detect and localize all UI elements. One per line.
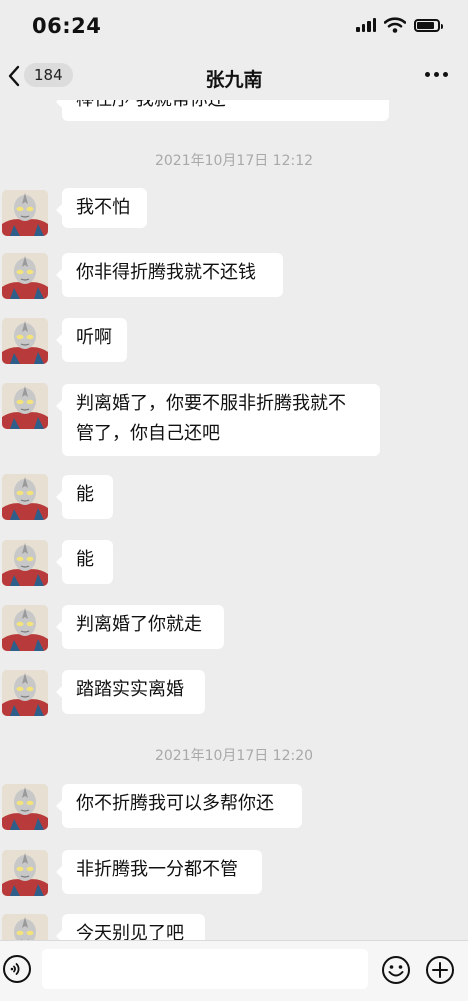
message-bubble[interactable]: 能 — [56, 540, 113, 584]
wifi-icon — [384, 17, 406, 33]
message-text: 听啊 — [76, 327, 112, 348]
plus-icon[interactable] — [425, 955, 455, 985]
message-text-line: 管了，你自己还吧 — [76, 423, 220, 444]
message-text: 踏踏实实离婚 — [76, 679, 184, 700]
message-text: 判离婚了你就走 — [76, 614, 202, 635]
more-options-icon[interactable] — [425, 72, 448, 77]
message-bubble-partial[interactable]: 今天别见了吧 — [56, 914, 205, 940]
message-text: 棒住序 我就帮你还 — [76, 100, 226, 110]
status-bar: 06:24 — [0, 0, 468, 52]
message-bubble[interactable]: 你非得折腾我就不还钱 — [56, 253, 283, 297]
message-text: 你不折腾我可以多帮你还 — [76, 793, 274, 814]
message-timestamp: 2021年10月17日 12:20 — [154, 748, 314, 764]
avatar[interactable] — [2, 914, 48, 940]
voice-input-icon[interactable] — [3, 955, 31, 983]
avatar[interactable] — [2, 670, 48, 716]
battery-icon — [414, 18, 443, 32]
message-text: 能 — [76, 549, 94, 570]
message-input[interactable] — [42, 949, 368, 989]
signal-icon — [356, 18, 376, 32]
avatar[interactable] — [2, 540, 48, 586]
emoji-icon[interactable] — [381, 955, 411, 985]
message-bubble-partial[interactable]: 棒住序 我就帮你还 — [56, 100, 389, 121]
avatar[interactable] — [2, 784, 48, 830]
message-bubble[interactable]: 你不折腾我可以多帮你还 — [56, 784, 302, 828]
message-text: 能 — [76, 484, 94, 505]
avatar[interactable] — [2, 605, 48, 651]
input-bar — [0, 940, 468, 1001]
message-list[interactable]: 棒住序 我就帮你还 2021年10月17日 12:12 我不怕 你非得折腾我就不… — [0, 100, 468, 940]
message-text: 今天别见了吧 — [76, 923, 184, 940]
message-text: 我不怕 — [76, 197, 130, 218]
message-text: 你非得折腾我就不还钱 — [76, 262, 256, 283]
chat-header: 184 张九南 — [0, 52, 468, 100]
avatar[interactable] — [2, 383, 48, 429]
message-text: 非折腾我一分都不管 — [76, 859, 238, 880]
chat-title: 张九南 — [205, 69, 263, 91]
message-bubble[interactable]: 踏踏实实离婚 — [56, 670, 205, 714]
avatar[interactable] — [2, 318, 48, 364]
avatar[interactable] — [2, 850, 48, 896]
message-bubble[interactable]: 判离婚了你就走 — [56, 605, 224, 649]
message-bubble[interactable]: 能 — [56, 475, 113, 519]
avatar[interactable] — [2, 253, 48, 299]
message-bubble[interactable]: 听啊 — [56, 318, 127, 362]
avatar[interactable] — [2, 474, 48, 520]
message-bubble[interactable]: 非折腾我一分都不管 — [56, 850, 262, 894]
message-bubble[interactable]: 我不怕 — [56, 188, 147, 228]
status-icons — [356, 17, 443, 33]
message-text-line: 判离婚了，你要不服非折腾我就不 — [76, 393, 346, 414]
status-time: 06:24 — [32, 14, 102, 38]
message-bubble[interactable]: 判离婚了，你要不服非折腾我就不 管了，你自己还吧 — [56, 384, 380, 456]
avatar[interactable] — [2, 190, 48, 236]
message-timestamp: 2021年10月17日 12:12 — [154, 153, 314, 169]
